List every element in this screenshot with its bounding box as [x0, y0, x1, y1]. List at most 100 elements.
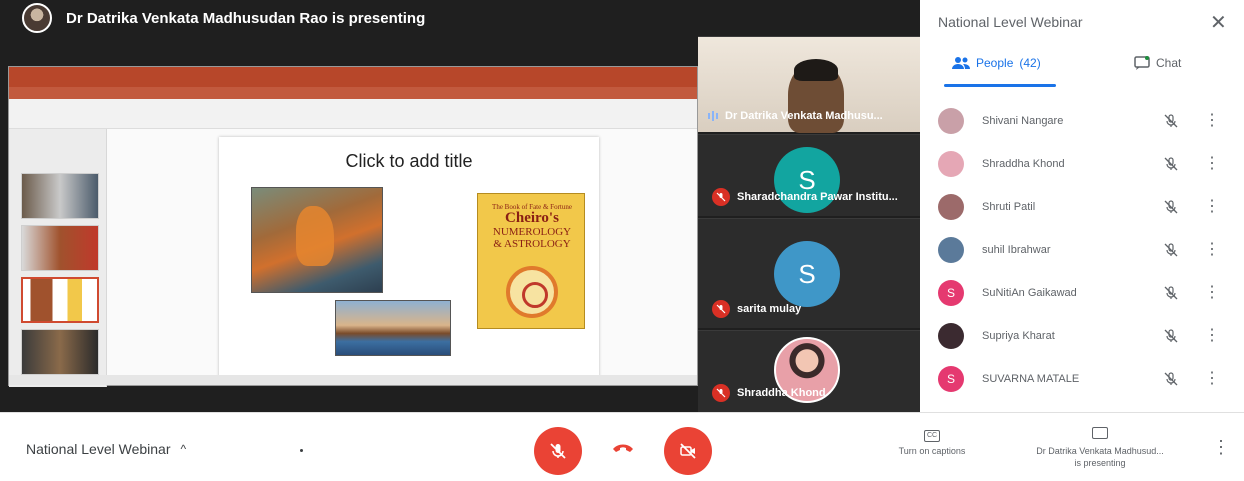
participant-tile-name-text: sarita mulay	[737, 303, 802, 315]
participant-tile-name-text: Dr Datrika Venkata Madhusu...	[725, 110, 883, 122]
presenting-status-button[interactable]: Dr Datrika Venkata Madhusud... is presen…	[1010, 427, 1190, 469]
slide-thumbnail	[21, 173, 99, 219]
bottom-toolbar: National Level Webinar ^ CC Turn on capt…	[0, 412, 1244, 481]
mic-muted-icon[interactable]	[1160, 325, 1182, 347]
participant-avatar	[938, 194, 964, 220]
more-options-icon[interactable]: ⋮	[1204, 199, 1220, 215]
presenter-banner-text: Dr Datrika Venkata Madhusudan Rao is pre…	[66, 9, 426, 27]
participant-row[interactable]: Shraddha Khond ⋮	[938, 147, 1228, 181]
participant-tile[interactable]: S sarita mulay	[698, 218, 920, 328]
slide-thumbnails-pane	[9, 129, 107, 387]
mic-muted-icon[interactable]	[1160, 368, 1182, 390]
participant-tile-name: Sharadchandra Pawar Institu...	[712, 188, 898, 206]
people-panel: National Level Webinar ✕ People (42) Cha…	[920, 0, 1244, 412]
close-icon[interactable]: ✕	[1210, 10, 1227, 35]
participant-row[interactable]: Supriya Kharat ⋮	[938, 319, 1228, 353]
participant-tile[interactable]: S Sharadchandra Pawar Institu...	[698, 134, 920, 216]
more-options-icon[interactable]: ⋮	[1212, 437, 1230, 458]
participant-avatar	[938, 323, 964, 349]
presenter-banner: Dr Datrika Venkata Madhusudan Rao is pre…	[0, 0, 920, 36]
participant-name: Shivani Nangare	[982, 115, 1064, 127]
camera-off-icon	[680, 443, 696, 459]
mic-toggle-button[interactable]	[534, 427, 582, 475]
panel-title: National Level Webinar	[938, 14, 1083, 30]
current-slide: Click to add title The Book of Fate & Fo…	[219, 137, 599, 377]
slide-image-ark	[335, 300, 451, 356]
participant-tile-name: Dr Datrika Venkata Madhusu...	[708, 110, 883, 122]
ppt-ribbon	[9, 99, 697, 129]
captions-button[interactable]: CC Turn on captions	[882, 429, 982, 456]
participant-avatar: S	[774, 241, 840, 307]
more-options-icon[interactable]: ⋮	[1204, 285, 1220, 301]
participant-tile-presenter[interactable]: Dr Datrika Venkata Madhusu...	[698, 36, 920, 133]
slide-thumbnail-selected	[21, 277, 99, 323]
book-cover-line4: & ASTROLOGY	[493, 237, 571, 250]
participant-row[interactable]: Shruti Patil ⋮	[938, 190, 1228, 224]
presenter-avatar	[22, 3, 52, 33]
participant-avatar: S	[938, 366, 964, 392]
book-cover-line2: Cheiro's	[505, 210, 559, 227]
meeting-name: National Level Webinar	[26, 441, 171, 457]
book-cover-emblem	[506, 266, 558, 318]
more-options-icon[interactable]: ⋮	[1204, 156, 1220, 172]
presenting-line2: is presenting	[1074, 457, 1126, 468]
participant-name: SuNitiAn Gaikawad	[982, 287, 1077, 299]
people-icon	[952, 57, 970, 69]
more-options-icon[interactable]: ⋮	[1204, 242, 1220, 258]
chevron-up-icon: ^	[180, 442, 187, 456]
participant-name: Shraddha Khond	[982, 158, 1065, 170]
captions-icon: CC	[924, 430, 940, 442]
slide-thumbnail	[21, 329, 99, 375]
more-options-icon[interactable]: ⋮	[1204, 371, 1220, 387]
shared-screen: Click to add title The Book of Fate & Fo…	[8, 66, 698, 387]
participant-avatar	[938, 151, 964, 177]
participant-count: (42)	[1019, 56, 1041, 70]
ppt-titlebar	[9, 67, 697, 87]
book-cover-line3: NUMEROLOGY	[492, 226, 572, 239]
tab-chat-label: Chat	[1156, 56, 1182, 70]
participant-name: suhil Ibrahwar	[982, 244, 1051, 256]
participant-row[interactable]: S SuNitiAn Gaikawad ⋮	[938, 276, 1228, 310]
meeting-details-button[interactable]: National Level Webinar ^	[26, 441, 186, 457]
mic-off-icon	[550, 443, 566, 459]
participant-name: SUVARNA MATALE	[982, 373, 1080, 385]
book-cover-text: The Book of Fate & Fortune Cheiro's NUME…	[478, 203, 586, 250]
mic-muted-icon[interactable]	[1160, 196, 1182, 218]
participant-row[interactable]: suhil Ibrahwar ⋮	[938, 233, 1228, 267]
ppt-ribbon-tabs	[9, 87, 697, 99]
more-options-icon[interactable]: ⋮	[1204, 113, 1220, 129]
participant-tile-name-text: Shraddha Khond	[737, 387, 826, 399]
separator-dot	[300, 449, 303, 452]
present-screen-icon	[1092, 427, 1108, 439]
participant-avatar	[938, 108, 964, 134]
presenting-line1: Dr Datrika Venkata Madhusud...	[1036, 446, 1164, 457]
mic-off-icon	[712, 384, 730, 402]
hang-up-icon	[613, 444, 633, 452]
meeting-stage: Dr Datrika Venkata Madhusudan Rao is pre…	[0, 0, 920, 412]
mic-muted-icon[interactable]	[1160, 110, 1182, 132]
mic-muted-icon[interactable]	[1160, 282, 1182, 304]
mic-muted-icon[interactable]	[1160, 239, 1182, 261]
mic-off-icon	[712, 188, 730, 206]
participant-tile-name: Shraddha Khond	[712, 384, 826, 402]
captions-label: Turn on captions	[898, 446, 966, 456]
speaking-indicator-icon	[708, 111, 718, 121]
more-options-icon[interactable]: ⋮	[1204, 328, 1220, 344]
leave-call-button[interactable]	[612, 441, 634, 459]
tab-people-label: People	[976, 56, 1014, 70]
ppt-statusbar	[9, 375, 697, 385]
active-tab-indicator	[944, 84, 1056, 87]
mic-muted-icon[interactable]	[1160, 153, 1182, 175]
slide-thumbnail	[21, 225, 99, 271]
tab-chat[interactable]: Chat	[1134, 56, 1181, 70]
participant-tile-name-text: Sharadchandra Pawar Institu...	[737, 191, 898, 203]
camera-toggle-button[interactable]	[664, 427, 712, 475]
mic-off-icon	[712, 300, 730, 318]
slide-image-book-cover: The Book of Fate & Fortune Cheiro's NUME…	[477, 193, 585, 329]
participant-tile[interactable]: Shraddha Khond	[698, 330, 920, 412]
participant-row[interactable]: Shivani Nangare ⋮	[938, 104, 1228, 138]
slide-image-warrior	[251, 187, 383, 293]
participant-row[interactable]: S SUVARNA MATALE ⋮	[938, 362, 1228, 396]
presenter-video-face	[788, 59, 844, 133]
tab-people[interactable]: People (42)	[952, 56, 1041, 70]
